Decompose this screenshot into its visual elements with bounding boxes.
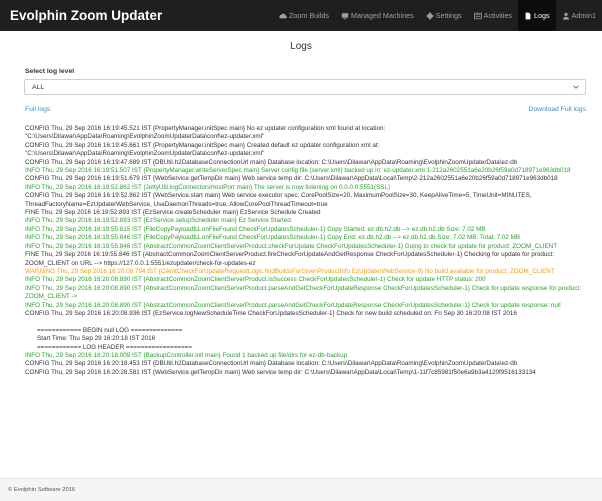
nav-admin-label: Admin1 bbox=[571, 11, 596, 20]
cloud-icon bbox=[279, 12, 287, 20]
log-line: INFO Thu, 29 Sep 2016 16:19:55.815 IST {… bbox=[25, 225, 486, 233]
log-line: WARNING Thu, 29 Sep 2016 16:20:08.794 IS… bbox=[25, 267, 555, 275]
log-output[interactable]: CONFIG Thu, 29 Sep 2016 16:19:45.521 IST… bbox=[25, 125, 585, 473]
nav-settings-label: Settings bbox=[435, 11, 462, 20]
full-logs-link[interactable]: Full logs bbox=[25, 106, 50, 113]
log-line: ============ LOG HEADER ================… bbox=[37, 343, 193, 351]
log-line: CONFIG Thu, 29 Sep 2016 16:20:18.453 IST… bbox=[25, 360, 518, 368]
log-level-selected-value: ALL bbox=[32, 83, 45, 91]
log-line: INFO Thu, 29 Sep 2016 16:20:08.890 IST {… bbox=[25, 301, 561, 309]
gear-icon bbox=[425, 11, 434, 20]
nav-settings[interactable]: Settings bbox=[420, 0, 468, 31]
list-icon bbox=[473, 12, 482, 20]
top-navbar: Evolphin Zoom Updater Zoom Builds Manage… bbox=[0, 0, 602, 31]
log-line: CONFIG Thu, 29 Sep 2016 16:19:51.679 IST… bbox=[25, 175, 558, 183]
nav-admin[interactable]: Admin1 bbox=[556, 0, 602, 31]
app-title[interactable]: Evolphin Zoom Updater bbox=[10, 8, 162, 23]
main-nav: Zoom Builds Managed Machines Settings Ac… bbox=[273, 0, 602, 31]
nav-activities-label: Activities bbox=[483, 11, 513, 20]
page-title: Logs bbox=[290, 41, 312, 52]
nav-logs-label: Logs bbox=[534, 11, 550, 20]
log-line: INFO Thu, 29 Sep 2016 16:20:18.009 IST {… bbox=[25, 351, 348, 359]
nav-zoom-builds[interactable]: Zoom Builds bbox=[273, 0, 335, 31]
log-line: INFO Thu, 29 Sep 2016 16:20:08.890 IST {… bbox=[25, 284, 581, 301]
nav-managed-machines[interactable]: Managed Machines bbox=[335, 0, 420, 31]
nav-managed-machines-label: Managed Machines bbox=[350, 11, 414, 20]
log-line: FINE Thu, 29 Sep 2016 16:19:55.846 IST {… bbox=[25, 251, 554, 267]
log-line: CONFIG Thu, 29 Sep 2016 16:19:52.862 IST… bbox=[25, 192, 532, 208]
log-line: ============ BEGIN null LOG ============… bbox=[37, 326, 183, 334]
nav-logs[interactable]: Logs bbox=[518, 0, 556, 31]
log-line: CONFIG Thu, 29 Sep 2016 16:20:28.581 IST… bbox=[25, 368, 536, 376]
nav-zoom-builds-label: Zoom Builds bbox=[289, 11, 329, 20]
log-line: INFO Thu, 29 Sep 2016 16:19:55.846 IST {… bbox=[25, 234, 521, 242]
chevron-down-icon bbox=[573, 84, 579, 90]
footer: © Evolphin Software 2016 bbox=[0, 478, 602, 501]
download-full-logs-link[interactable]: Download Full logs bbox=[529, 106, 586, 113]
nav-activities[interactable]: Activities bbox=[468, 0, 518, 31]
document-icon bbox=[524, 12, 532, 20]
log-line: CONFIG Thu, 29 Sep 2016 16:20:08.936 IST… bbox=[25, 309, 517, 317]
log-line: INFO Thu, 29 Sep 2016 16:19:52.862 IST {… bbox=[25, 183, 391, 191]
log-level-label: Select log level bbox=[25, 68, 75, 75]
log-line: INFO Thu, 29 Sep 2016 16:20:08.890 IST {… bbox=[25, 276, 486, 284]
log-line: CONFIG Thu, 29 Sep 2016 16:19:45.521 IST… bbox=[25, 125, 386, 141]
log-line: FINE Thu, 29 Sep 2016 16:19:52.893 IST {… bbox=[25, 209, 321, 217]
copyright-text: © Evolphin Software 2016 bbox=[8, 487, 76, 493]
user-icon bbox=[562, 12, 570, 20]
log-gap bbox=[25, 318, 585, 326]
log-line: CONFIG Thu, 29 Sep 2016 16:19:47.689 IST… bbox=[25, 158, 518, 166]
log-level-select[interactable]: ALL bbox=[24, 79, 586, 95]
log-line: Start Time: Thu Sep 29 16:20:18 IST 2016 bbox=[37, 335, 156, 343]
monitor-icon bbox=[341, 12, 349, 20]
log-line: CONFIG Thu, 29 Sep 2016 16:19:45.661 IST… bbox=[25, 141, 380, 158]
log-line: INFO Thu, 29 Sep 2016 16:19:51.507 IST {… bbox=[25, 167, 571, 175]
log-line: INFO Thu, 29 Sep 2016 16:19:52.893 IST {… bbox=[25, 217, 293, 225]
log-line: INFO Thu, 29 Sep 2016 16:19:55.846 IST {… bbox=[25, 242, 558, 250]
